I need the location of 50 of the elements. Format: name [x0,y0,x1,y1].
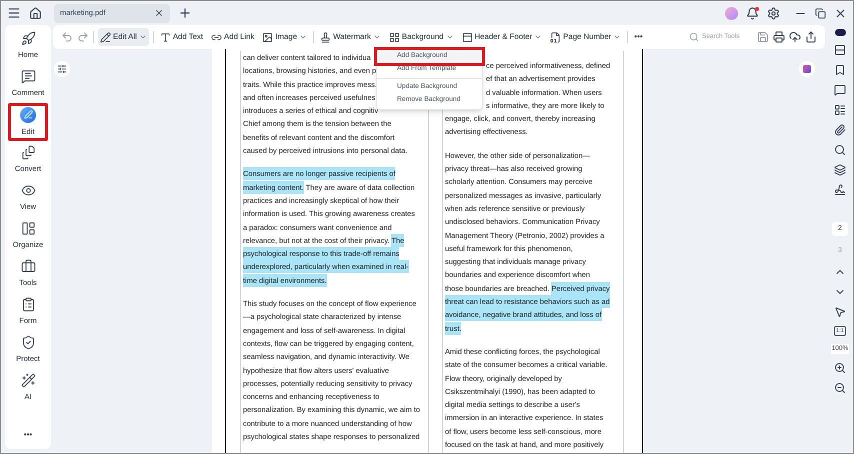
layers-icon[interactable] [834,164,846,176]
grid-icon [388,32,400,42]
pointer-icon[interactable] [834,306,846,318]
rocket-icon [20,31,36,46]
header-icon [462,32,473,42]
stamp-icon [320,32,332,42]
thumbnails-icon[interactable] [834,44,846,56]
share-icon[interactable] [805,31,817,43]
close-tab-icon[interactable] [154,8,164,18]
undo-icon[interactable] [61,31,73,43]
home-icon[interactable] [29,6,42,20]
attachment-icon[interactable] [834,124,846,136]
toggle-icon[interactable] [834,29,846,36]
eye-icon [20,183,36,198]
zoom-out-icon[interactable] [834,382,846,394]
more-tools-button[interactable]: ••• [632,31,645,43]
search-icon [689,32,699,42]
text-icon [160,32,171,42]
bookmark-icon[interactable] [834,64,846,76]
sliders-icon [57,64,67,74]
toolbox-icon [20,259,36,274]
more-button[interactable]: ••• [24,429,32,441]
search-icon[interactable] [834,144,846,156]
signature-icon[interactable] [834,184,846,196]
shield-icon [20,335,36,350]
cloud-upload-icon[interactable] [789,31,801,43]
settings-icon[interactable] [767,6,780,20]
new-tab-icon[interactable] [178,6,192,20]
list-icon[interactable] [834,104,846,116]
magic-wand-icon [20,373,36,388]
organize-icon [20,221,36,236]
edit-icon [20,106,36,123]
print-icon[interactable] [773,31,785,43]
comment-icon [20,69,36,84]
pencil-icon [100,32,111,42]
restore-icon[interactable] [815,8,826,18]
page-number-icon [550,32,562,42]
menu-icon[interactable] [7,6,21,20]
convert-icon [20,145,36,160]
close-icon[interactable] [834,6,847,20]
zoom-in-icon[interactable] [834,362,846,374]
form-icon [20,297,36,312]
image-icon [262,32,274,42]
comment-icon[interactable] [834,84,846,96]
save-icon[interactable] [757,31,769,43]
app-logo-icon [803,65,811,73]
assistant-button[interactable] [799,61,815,77]
notification-bell-icon[interactable] [746,6,759,20]
settings-sliders-button[interactable] [54,61,70,77]
redo-icon[interactable] [77,31,89,43]
